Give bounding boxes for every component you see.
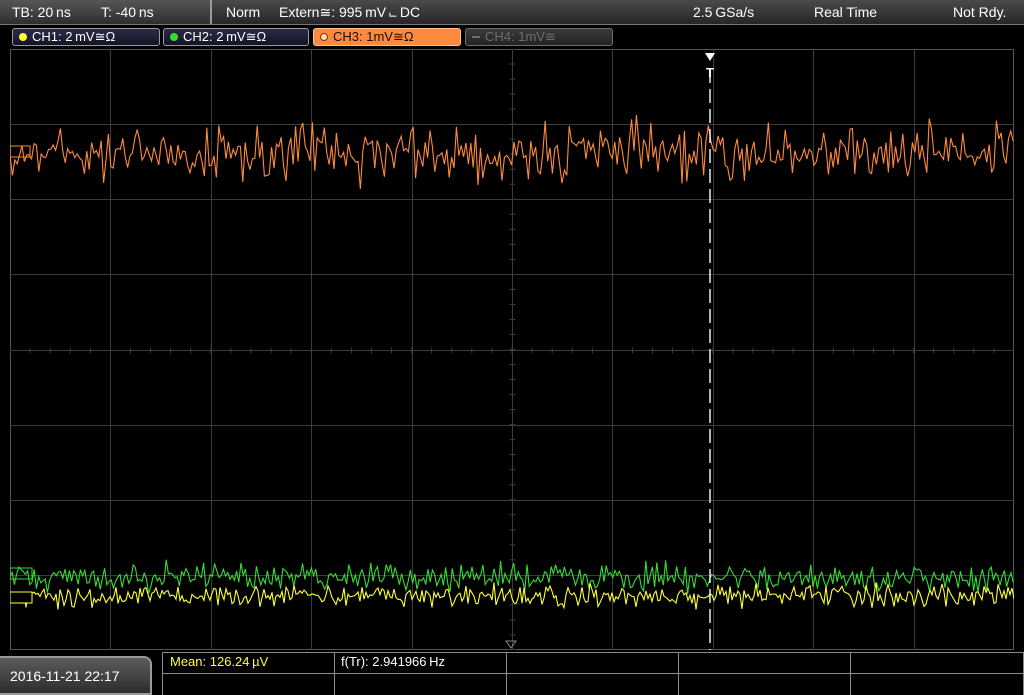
- tab-ch3-label: CH3: 1mV≅Ω: [333, 29, 414, 44]
- tab-ch1[interactable]: CH1: 2 mV≅Ω: [12, 28, 160, 46]
- tab-ch1-label: CH1: 2 mV≅Ω: [32, 29, 116, 44]
- tab-ch4-label: CH4: 1mV≅: [485, 29, 556, 44]
- channel-dot-icon: [19, 33, 27, 41]
- acquisition-mode[interactable]: Real Time: [814, 0, 877, 24]
- tab-ch4[interactable]: CH4: 1mV≅: [465, 28, 613, 46]
- measurement-grid: [162, 652, 1024, 695]
- channel-dot-icon: [170, 33, 178, 41]
- tab-ch3[interactable]: CH3: 1mV≅Ω: [313, 28, 461, 46]
- channel-dot-icon: [320, 33, 328, 41]
- trigger-source[interactable]: Extern≅: 995 mV ⨽ DC: [279, 0, 420, 24]
- tab-ch2[interactable]: CH2: 2 mV≅Ω: [163, 28, 309, 46]
- trigger-time-value[interactable]: T: -40 ns: [101, 0, 154, 24]
- ch1-reference-marker[interactable]: [10, 591, 33, 604]
- channel-off-icon: [472, 36, 480, 38]
- trigger-marker-label: T: [706, 65, 714, 80]
- tab-ch2-label: CH2: 2 mV≅Ω: [183, 29, 267, 44]
- ch3-waveform: [10, 115, 1014, 189]
- sample-rate[interactable]: 2.5 GSa/s: [693, 0, 754, 24]
- frequency-measurement[interactable]: f(Tr): 2.941966 Hz: [341, 653, 445, 671]
- run-status: Not Rdy.: [953, 4, 1007, 20]
- graticule: [10, 49, 1014, 650]
- datetime-display: 2016-11-21 22:17: [0, 656, 152, 695]
- mean-measurement[interactable]: Mean: 126.24 µV: [170, 653, 268, 671]
- waveform-display[interactable]: T: [10, 49, 1014, 650]
- timebase-value[interactable]: TB: 20 ns: [12, 0, 71, 24]
- trigger-mode[interactable]: Norm: [226, 0, 260, 24]
- ch2-waveform: [10, 559, 1014, 595]
- ground-reference-icon: [505, 640, 517, 649]
